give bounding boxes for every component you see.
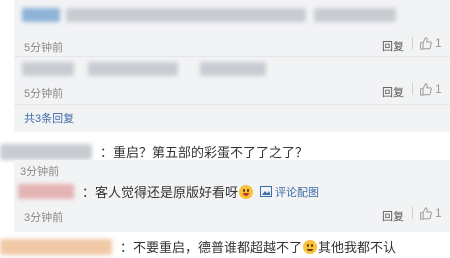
- username-blurred[interactable]: [18, 184, 74, 199]
- comment-item: ：重启？第五部的彩蛋不了了之了？: [0, 142, 308, 161]
- reply-text-blurred: [88, 62, 178, 76]
- reply-button[interactable]: 回复: [382, 84, 404, 100]
- comment-text: ：重启？第五部的彩蛋不了了之了？: [100, 145, 309, 160]
- comment-text-continued: 其他我都不认: [318, 240, 397, 255]
- like-count: 1: [435, 82, 442, 96]
- username-blurred[interactable]: [22, 8, 60, 22]
- like-separator: [412, 207, 413, 219]
- like-separator: [412, 37, 413, 49]
- more-replies-link[interactable]: 共3条回复: [24, 110, 74, 126]
- comment-text: ：不要重启，德普谁都超越不了: [120, 240, 303, 255]
- smile-emoji-icon: [303, 239, 318, 254]
- reply-time: 5分钟前: [24, 88, 64, 100]
- like-separator: [412, 83, 413, 95]
- like-count: 1: [435, 36, 442, 50]
- reply-content-blurred: [22, 62, 266, 76]
- laugh-emoji-icon: [239, 184, 254, 199]
- comment-text: ：客人觉得还是原版好看呀: [82, 185, 239, 200]
- comment-item: ：不要重启，德普谁都超越不了 其他我都不认: [0, 237, 396, 256]
- image-icon: [260, 186, 273, 197]
- comment-item: ：客人觉得还是原版好看呀 评论配图: [18, 182, 319, 201]
- like-button[interactable]: 1: [412, 206, 442, 220]
- comment-image-label: 评论配图: [275, 186, 320, 199]
- reply-text-blurred: [314, 8, 396, 22]
- reply-button[interactable]: 回复: [382, 38, 404, 54]
- reply-text-blurred: [66, 8, 306, 22]
- reply-time: 5分钟前: [24, 42, 64, 54]
- like-button[interactable]: 1: [412, 82, 442, 96]
- username-blurred[interactable]: [0, 143, 92, 160]
- like-count: 1: [435, 206, 442, 220]
- thumbs-up-icon: [420, 206, 432, 220]
- comment-image-link[interactable]: 评论配图: [260, 184, 319, 200]
- reply-text-blurred: [200, 62, 266, 76]
- reply-divider: [14, 104, 450, 105]
- thumbs-up-icon: [420, 36, 432, 50]
- like-button[interactable]: 1: [412, 36, 442, 50]
- thumbs-up-icon: [420, 82, 432, 96]
- username-blurred[interactable]: [22, 62, 74, 76]
- reply-divider: [14, 56, 450, 57]
- reply-button[interactable]: 回复: [382, 208, 404, 224]
- comment-time-partial: 3分钟前: [20, 166, 60, 178]
- reply-content-blurred: [22, 8, 396, 22]
- comment-time: 3分钟前: [24, 212, 64, 224]
- username-blurred[interactable]: [0, 238, 112, 255]
